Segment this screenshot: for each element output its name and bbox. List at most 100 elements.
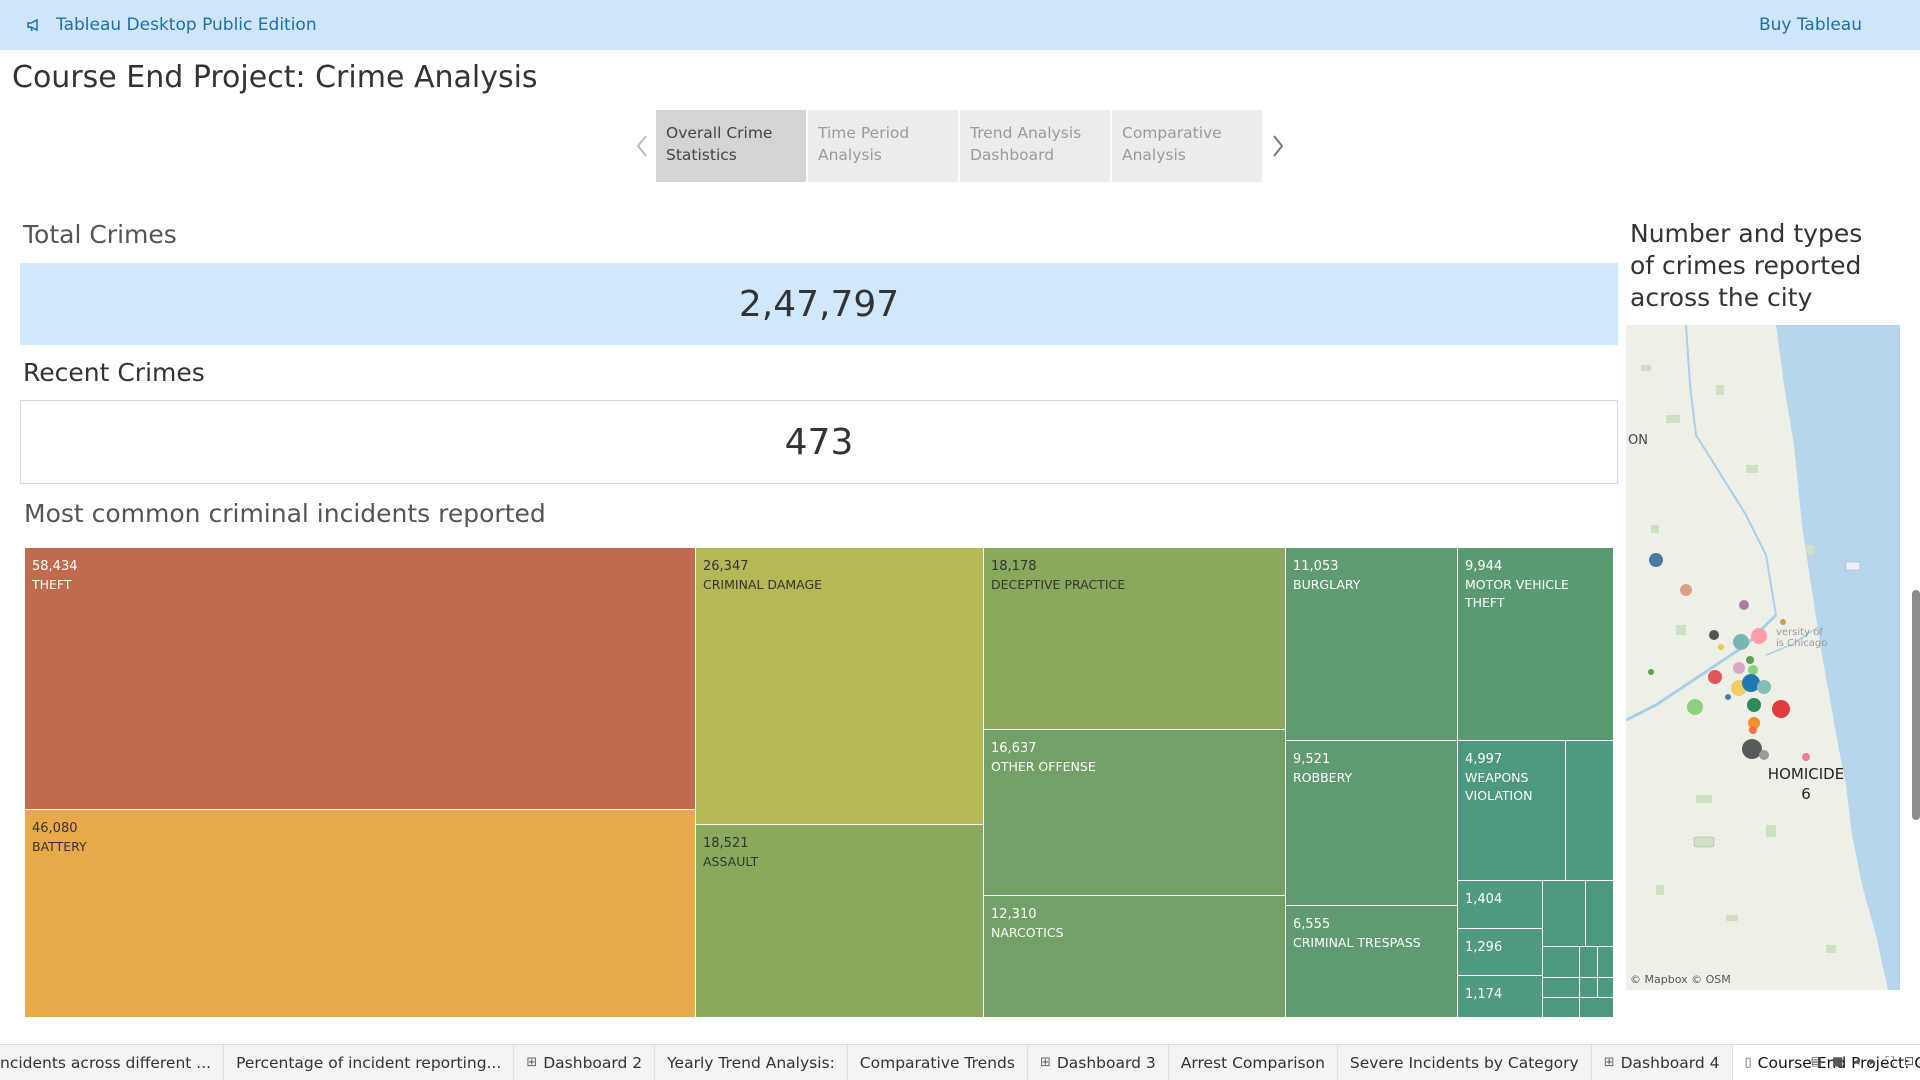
treemap-cell-small[interactable] bbox=[1598, 978, 1614, 998]
story-point-trend-analysis-dashboard[interactable]: Trend Analysis Dashboard bbox=[960, 110, 1110, 182]
tab-controls: ▤ ■ ◂ ▸ ⛶ ⊡ bbox=[1811, 1054, 1914, 1069]
chevron-right-icon bbox=[1273, 135, 1284, 157]
buy-tableau-link[interactable]: Buy Tableau bbox=[1759, 15, 1862, 35]
tab-severe-incidents-by-category[interactable]: Severe Incidents by Category bbox=[1338, 1045, 1592, 1080]
story-point-label-line1: Overall Crime bbox=[666, 124, 773, 142]
treemap-cell-criminal-trespass[interactable]: 6,555 CRIMINAL TRESPASS bbox=[1286, 906, 1458, 1018]
story-title: Course End Project: Crime Analysis bbox=[12, 60, 538, 95]
tab-label: Arrest Comparison bbox=[1180, 1053, 1325, 1072]
story-point-time-period-analysis[interactable]: Time Period Analysis bbox=[808, 110, 958, 182]
treemap-cell-small[interactable] bbox=[1580, 998, 1614, 1018]
svg-text:versity of: versity of bbox=[1776, 627, 1823, 638]
map-edge-label: ON bbox=[1628, 433, 1648, 448]
story-prev-button[interactable] bbox=[628, 110, 656, 182]
cell-value: 9,944 bbox=[1465, 559, 1503, 574]
homicide-count: 6 bbox=[1801, 785, 1811, 803]
story-point-label-line2: Dashboard bbox=[970, 146, 1055, 164]
treemap-cell-small[interactable] bbox=[1580, 978, 1598, 998]
treemap-cell-small[interactable] bbox=[1543, 998, 1580, 1018]
app-title-group: Tableau Desktop Public Edition bbox=[26, 15, 317, 35]
cell-label: OTHER OFFENSE bbox=[991, 759, 1096, 774]
fullscreen-icon[interactable]: ⛶ bbox=[1886, 1054, 1894, 1069]
cell-label: WEAPONS VIOLATION bbox=[1465, 770, 1533, 803]
tab-dashboard-2[interactable]: ⊞ Dashboard 2 bbox=[514, 1045, 656, 1080]
story-next-button[interactable] bbox=[1264, 110, 1292, 182]
treemap-cell-small[interactable] bbox=[1566, 741, 1614, 881]
new-sheet-icon[interactable]: ▤ bbox=[1811, 1054, 1822, 1069]
story-navigator: Overall Crime Statistics Time Period Ana… bbox=[628, 110, 1292, 182]
treemap-cell-narcotics[interactable]: 12,310 NARCOTICS bbox=[984, 896, 1286, 1018]
cell-value: 16,637 bbox=[991, 741, 1037, 756]
tab-label: Percentage of incident reporting... bbox=[236, 1053, 502, 1072]
cell-label: ROBBERY bbox=[1293, 770, 1353, 785]
dashboard-grid-icon: ⊞ bbox=[526, 1055, 538, 1070]
new-dashboard-icon[interactable]: ■ bbox=[1832, 1054, 1843, 1069]
cell-value: 1,296 bbox=[1465, 940, 1503, 955]
treemap-cell-burglary[interactable]: 11,053 BURGLARY bbox=[1286, 548, 1458, 741]
treemap-cell-small[interactable]: 1,174 bbox=[1458, 976, 1543, 1018]
treemap-cell-battery[interactable]: 46,080 BATTERY bbox=[25, 810, 696, 1018]
treemap-cell-small[interactable] bbox=[1543, 978, 1580, 998]
treemap-cell-small[interactable] bbox=[1580, 947, 1598, 978]
cell-value: 1,174 bbox=[1465, 987, 1503, 1002]
total-crimes-title: Total Crimes bbox=[23, 220, 177, 249]
tab-dashboard-3[interactable]: ⊞ Dashboard 3 bbox=[1028, 1045, 1169, 1080]
megaphone-icon bbox=[27, 18, 38, 32]
tab-dashboard-4[interactable]: ⊞ Dashboard 4 bbox=[1592, 1045, 1733, 1080]
recent-crimes-value[interactable]: 473 bbox=[20, 400, 1618, 484]
recent-crimes-title: Recent Crimes bbox=[23, 358, 205, 387]
cell-value: 11,053 bbox=[1293, 559, 1339, 574]
treemap-cell-motor-vehicle-theft[interactable]: 9,944 MOTOR VEHICLE THEFT bbox=[1458, 548, 1614, 741]
cell-label: MOTOR VEHICLE THEFT bbox=[1465, 577, 1569, 610]
present-icon[interactable]: ⊡ bbox=[1904, 1054, 1914, 1069]
tab-percentage-of-incident-reporting[interactable]: Percentage of incident reporting... bbox=[224, 1045, 515, 1080]
dashboard-grid-icon: ⊞ bbox=[1603, 1055, 1615, 1070]
treemap-cell-small[interactable] bbox=[1586, 881, 1614, 947]
total-crimes-value[interactable]: 2,47,797 bbox=[20, 263, 1618, 345]
cell-value: 18,178 bbox=[991, 559, 1037, 574]
treemap-cell-small[interactable]: 1,296 bbox=[1458, 929, 1543, 976]
tab-arrest-comparison[interactable]: Arrest Comparison bbox=[1169, 1045, 1338, 1080]
vertical-scrollbar[interactable] bbox=[1912, 590, 1920, 820]
tab-label: ncidents across different ... bbox=[0, 1053, 212, 1072]
treemap-cell-small[interactable] bbox=[1543, 947, 1580, 978]
cell-value: 18,521 bbox=[703, 836, 749, 851]
treemap-cell-deceptive-practice[interactable]: 18,178 DECEPTIVE PRACTICE bbox=[984, 548, 1286, 730]
tab-comparative-trends[interactable]: Comparative Trends bbox=[848, 1045, 1028, 1080]
story-book-icon: ▯ bbox=[1744, 1055, 1752, 1070]
treemap-cell-small[interactable] bbox=[1598, 947, 1614, 978]
story-point-overall-crime-statistics[interactable]: Overall Crime Statistics bbox=[656, 110, 806, 182]
story-point-label-line2: Analysis bbox=[1122, 146, 1186, 164]
treemap-cell-small[interactable] bbox=[1543, 881, 1586, 947]
treemap-cell-assault[interactable]: 18,521 ASSAULT bbox=[696, 825, 984, 1018]
treemap-cell-small[interactable]: 1,404 bbox=[1458, 881, 1543, 929]
treemap-cell-criminal-damage[interactable]: 26,347 CRIMINAL DAMAGE bbox=[696, 548, 984, 825]
story-point-comparative-analysis[interactable]: Comparative Analysis bbox=[1112, 110, 1262, 182]
cell-value: 1,404 bbox=[1465, 892, 1503, 907]
story-point-label-line1: Comparative bbox=[1122, 124, 1222, 142]
tab-label: Dashboard 2 bbox=[543, 1053, 643, 1072]
treemap-cell-other-offense[interactable]: 16,637 OTHER OFFENSE bbox=[984, 730, 1286, 896]
cell-value: 6,555 bbox=[1293, 917, 1331, 932]
cell-value: 26,347 bbox=[703, 559, 749, 574]
svg-text:is Chicago: is Chicago bbox=[1776, 638, 1827, 649]
tab-yearly-trend-analysis[interactable]: Yearly Trend Analysis: bbox=[655, 1045, 848, 1080]
tab-label: Dashboard 3 bbox=[1056, 1053, 1156, 1072]
cell-value: 4,997 bbox=[1465, 752, 1503, 767]
tab-incidents-across-different[interactable]: ncidents across different ... bbox=[0, 1045, 225, 1080]
treemap-cell-weapons-violation[interactable]: 4,997 WEAPONS VIOLATION bbox=[1458, 741, 1566, 881]
cell-label: CRIMINAL TRESPASS bbox=[1293, 935, 1421, 950]
top-bar: Tableau Desktop Public Edition Buy Table… bbox=[0, 0, 1920, 50]
tab-label: Comparative Trends bbox=[859, 1053, 1015, 1072]
tab-scroll-left-icon[interactable]: ◂ bbox=[1853, 1054, 1859, 1069]
tab-scroll-right-icon[interactable]: ▸ bbox=[1870, 1054, 1876, 1069]
cell-label: NARCOTICS bbox=[991, 925, 1064, 940]
cell-label: ASSAULT bbox=[703, 854, 759, 869]
treemap-cell-robbery[interactable]: 9,521 ROBBERY bbox=[1286, 741, 1458, 906]
story-point-label-line2: Statistics bbox=[666, 146, 737, 164]
treemap-cell-theft[interactable]: 58,434 THEFT bbox=[25, 548, 696, 810]
cell-label: BATTERY bbox=[32, 839, 87, 854]
crime-type-treemap: 58,434 THEFT 46,080 BATTERY 26,347 CRIMI… bbox=[25, 548, 1614, 1018]
cell-value: 46,080 bbox=[32, 821, 78, 836]
crime-map[interactable]: versity of is Chicago ON © Mapbox © OSM bbox=[1626, 325, 1900, 990]
